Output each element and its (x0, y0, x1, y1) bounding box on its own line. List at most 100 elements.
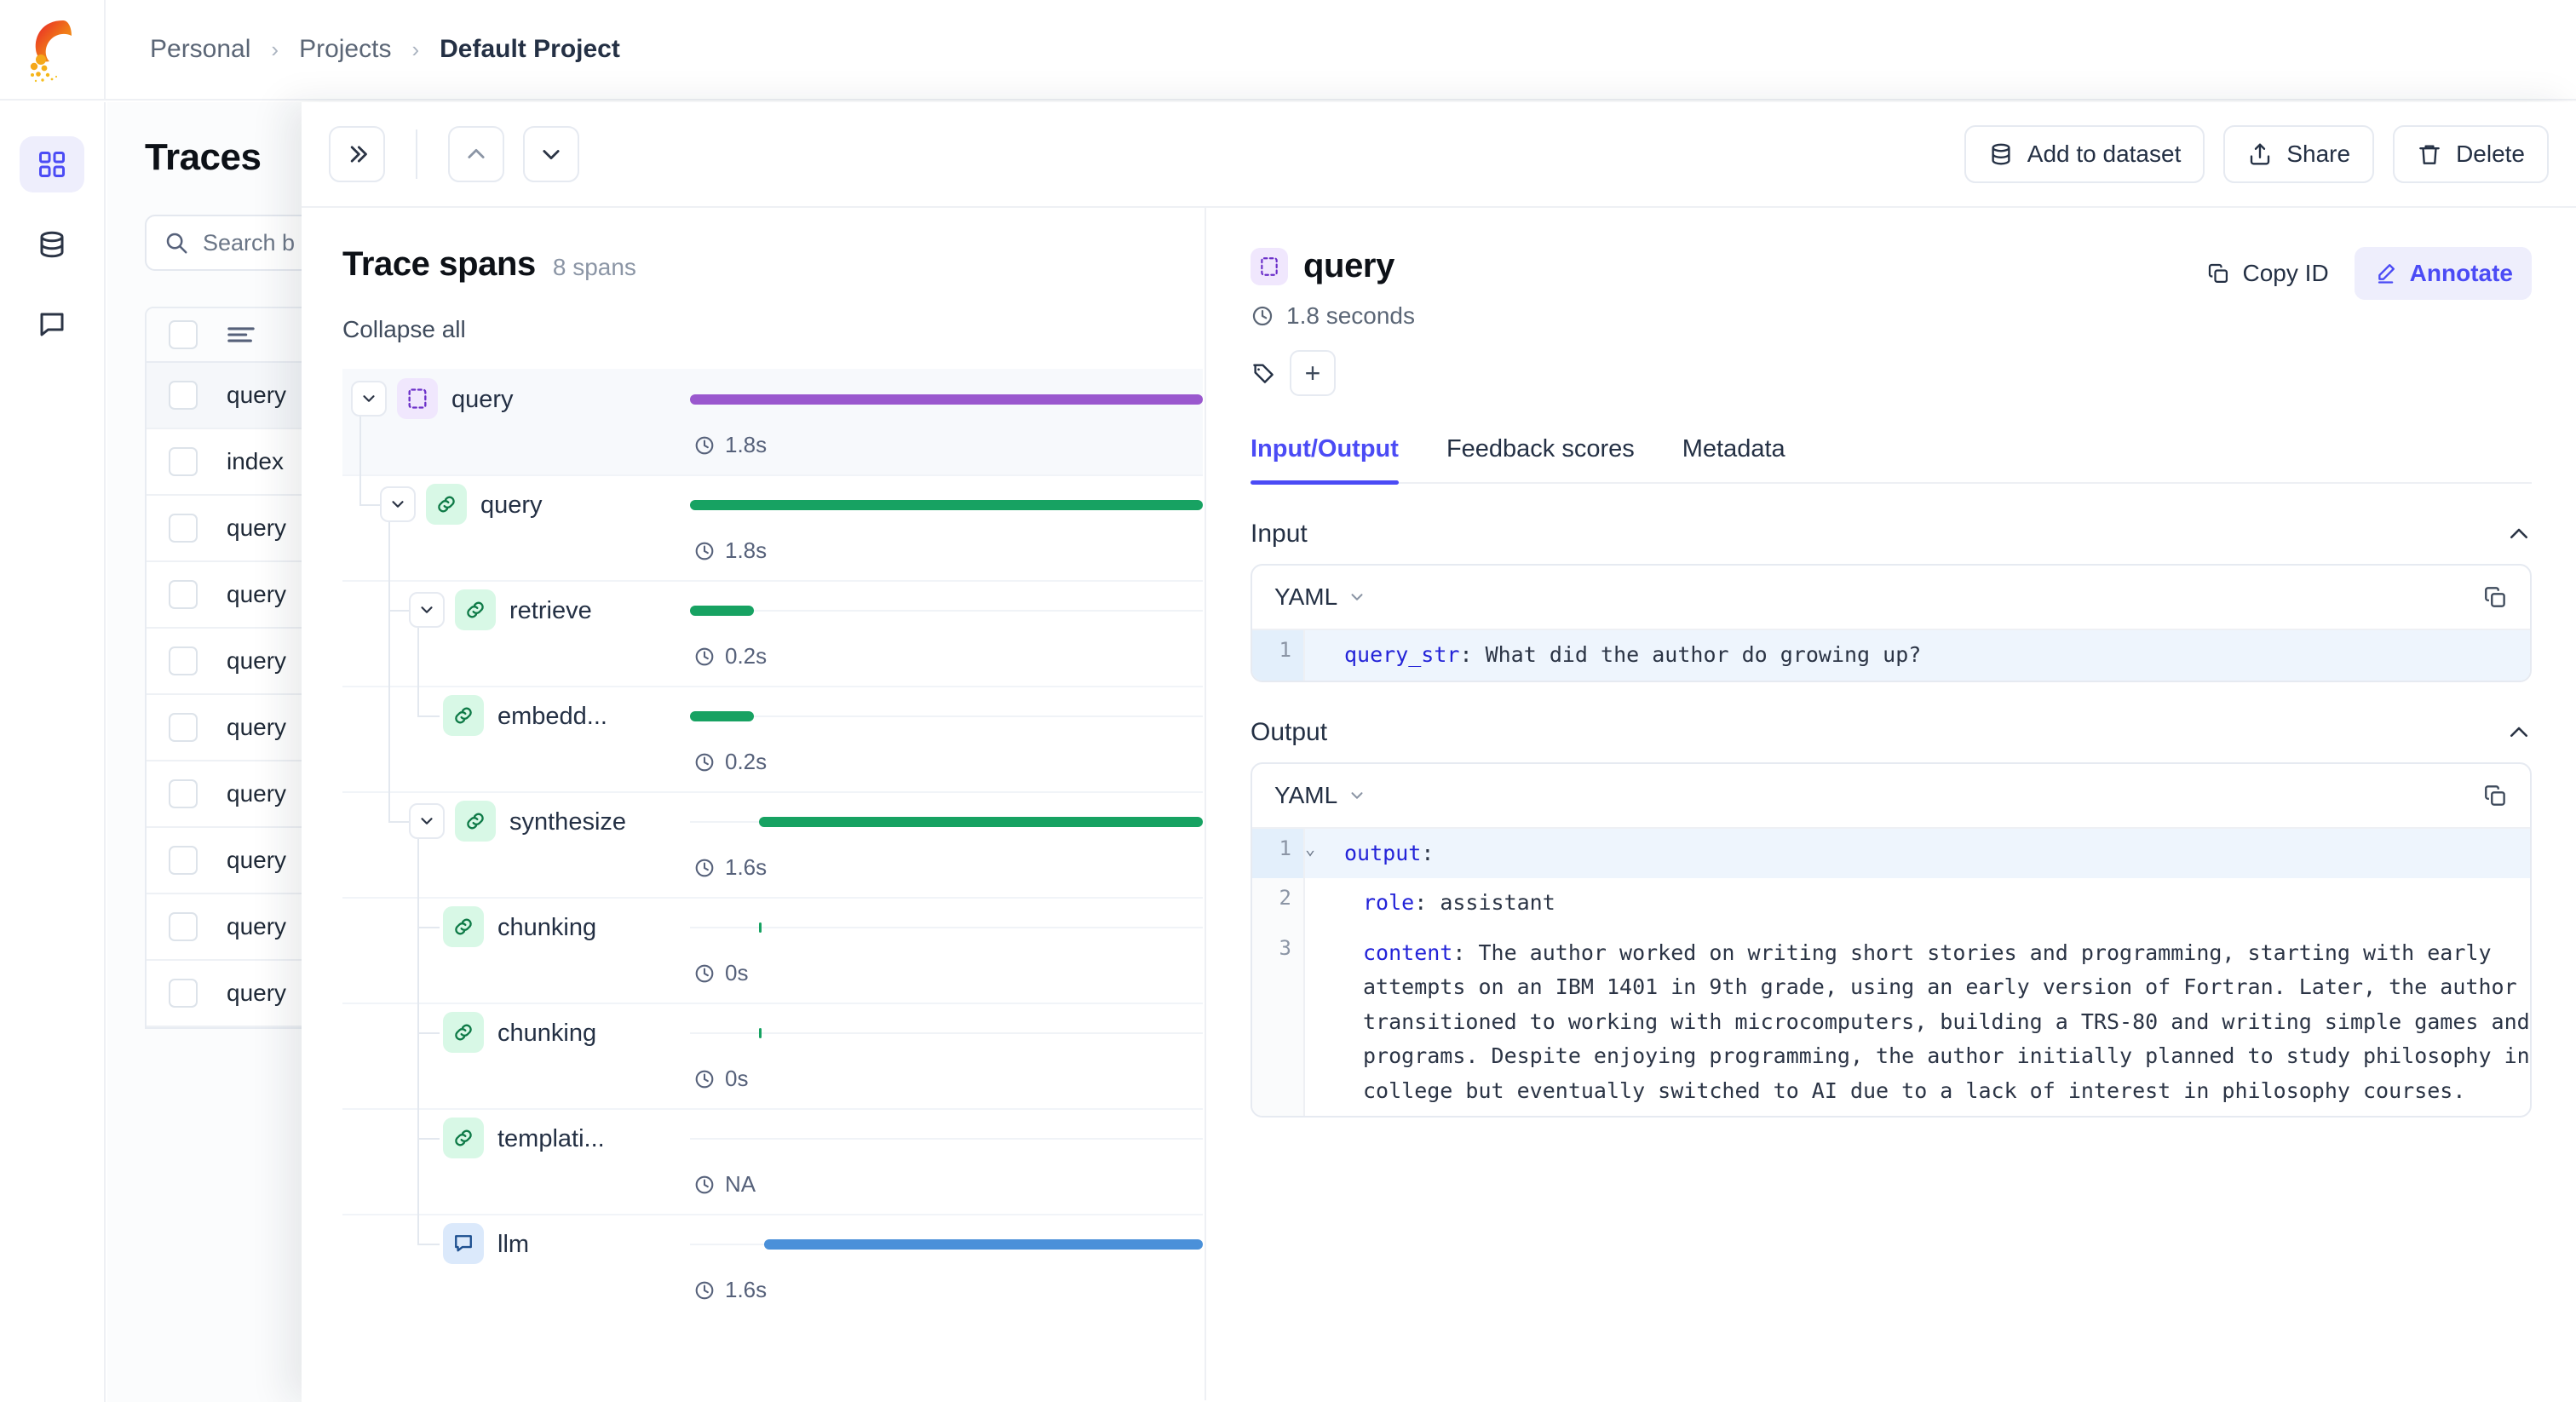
expand-panel-button[interactable] (329, 126, 385, 182)
span-duration-label: 0.2s (725, 643, 768, 669)
clock-icon (695, 1281, 714, 1299)
clock-icon (695, 436, 714, 454)
database-icon (40, 231, 64, 258)
delete-button[interactable]: Delete (2393, 125, 2549, 183)
chevron-down-icon (421, 818, 433, 825)
copy-id-button[interactable]: Copy ID (2188, 247, 2348, 300)
tree-rail (388, 522, 390, 821)
pencil-icon (2378, 264, 2395, 284)
row-checkbox[interactable] (169, 447, 198, 476)
rail-item-feedback[interactable] (20, 296, 84, 353)
add-to-dataset-button[interactable]: Add to dataset (1964, 125, 2205, 183)
chevron-down-icon (392, 501, 404, 508)
span-row[interactable]: llm 1.6s (342, 1214, 1203, 1319)
row-checkbox[interactable] (169, 381, 198, 410)
trace-detail-overlay: Add to dataset Share Delete Trace spans … (302, 102, 2576, 1402)
row-checkbox[interactable] (169, 979, 198, 1008)
output-section-header[interactable]: Output (1251, 718, 2532, 747)
code-text: output: (1344, 840, 1435, 865)
input-code-toolbar: YAML (1252, 566, 2530, 630)
yaml-key: content (1363, 939, 1453, 965)
span-row[interactable]: synthesize 1.6s (342, 791, 1203, 897)
span-expand-toggle[interactable] (351, 381, 387, 417)
span-row[interactable]: query 1.8s (342, 369, 1203, 474)
row-checkbox[interactable] (169, 514, 198, 543)
clock-icon (695, 964, 714, 982)
rail-item-projects[interactable] (20, 136, 84, 192)
annotate-button[interactable]: Annotate (2354, 247, 2532, 300)
row-checkbox[interactable] (169, 646, 198, 675)
share-icon (2251, 143, 2270, 165)
tab-input-output[interactable]: Input/Output (1251, 435, 1399, 485)
span-row[interactable]: chunking 0s (342, 897, 1203, 1003)
app-logo[interactable] (0, 0, 106, 100)
span-name: chunking (497, 914, 597, 941)
row-divider (342, 791, 1203, 793)
span-expand-toggle[interactable] (409, 803, 445, 839)
copy-icon[interactable] (2482, 584, 2508, 610)
span-duration: 1.6s (693, 1277, 767, 1303)
trace-spans-header: Trace spans 8 spans (342, 245, 1205, 284)
row-checkbox[interactable] (169, 912, 198, 941)
previous-trace-button[interactable] (448, 126, 504, 182)
input-format-label: YAML (1274, 583, 1338, 610)
fold-toggle-icon[interactable]: ⌄ (1305, 829, 1327, 879)
link-glyph-icon (467, 601, 484, 618)
breadcrumb-item-projects[interactable]: Projects (299, 35, 391, 64)
row-checkbox[interactable] (169, 713, 198, 742)
span-duration: 1.8s (693, 432, 767, 458)
share-button[interactable]: Share (2223, 125, 2375, 183)
trace-spans-column: Trace spans 8 spans Collapse all query 1.… (302, 208, 1206, 1400)
next-trace-button[interactable] (523, 126, 579, 182)
input-format-select[interactable]: YAML (1274, 583, 1366, 611)
output-format-label: YAML (1274, 781, 1338, 808)
select-all-checkbox[interactable] (169, 320, 198, 349)
search-placeholder: Search b (203, 229, 296, 256)
trace-icon (1251, 247, 1288, 285)
span-row[interactable]: templati... NA (342, 1108, 1203, 1214)
trace-name-cell: query (227, 980, 287, 1006)
span-name: chunking (497, 1020, 597, 1047)
list-options-icon[interactable] (227, 324, 256, 346)
span-row[interactable]: embedd... 0.2s (342, 686, 1203, 791)
add-to-dataset-label: Add to dataset (2027, 141, 2182, 167)
breadcrumb-item-personal[interactable]: Personal (150, 35, 250, 64)
input-section-header[interactable]: Input (1251, 520, 2532, 549)
add-tag-button[interactable]: + (1290, 350, 1336, 396)
rail-item-datasets[interactable] (20, 216, 84, 273)
span-duration-bar (690, 394, 1203, 405)
tree-connector (417, 1138, 440, 1140)
panel-toolbar: Add to dataset Share Delete (302, 102, 2576, 208)
tab-metadata[interactable]: Metadata (1682, 435, 1785, 482)
row-checkbox[interactable] (169, 846, 198, 875)
span-timeline-track (690, 1032, 1203, 1034)
tab-feedback-scores[interactable]: Feedback scores (1446, 435, 1635, 482)
trace-icon (397, 378, 438, 419)
span-expand-toggle[interactable] (380, 486, 416, 522)
span-expand-toggle[interactable] (409, 592, 445, 628)
breadcrumb-item-default-project[interactable]: Default Project (440, 35, 620, 64)
input-code-card: YAML 1 query_str: What did the author do … (1251, 564, 2532, 682)
trace-name-cell: query (227, 514, 287, 541)
copy-icon[interactable] (2482, 783, 2508, 808)
tree-connector (417, 927, 440, 928)
trace-name-cell: query (227, 913, 287, 939)
row-checkbox[interactable] (169, 779, 198, 808)
link-glyph-icon (455, 918, 472, 935)
chevron-up-icon[interactable] (2506, 720, 2532, 745)
search-icon (166, 233, 187, 254)
output-code-card: YAML 1 ⌄ output: 2 role: assistant 3 content: … (1251, 761, 2532, 1118)
row-checkbox[interactable] (169, 580, 198, 609)
output-format-select[interactable]: YAML (1274, 782, 1366, 809)
span-row[interactable]: query 1.8s (342, 474, 1203, 580)
span-row[interactable]: retrieve 0.2s (342, 580, 1203, 686)
span-timeline-track (690, 715, 1203, 717)
breadcrumb-separator-icon: › (271, 36, 279, 62)
tree-connector (388, 610, 411, 612)
chevron-up-icon[interactable] (2506, 521, 2532, 547)
breadcrumb: Personal › Projects › Default Project (106, 35, 620, 64)
link-glyph-icon (467, 813, 484, 830)
span-row[interactable]: chunking 0s (342, 1003, 1203, 1108)
span-duration: NA (693, 1171, 756, 1198)
collapse-all-button[interactable]: Collapse all (342, 316, 1205, 343)
